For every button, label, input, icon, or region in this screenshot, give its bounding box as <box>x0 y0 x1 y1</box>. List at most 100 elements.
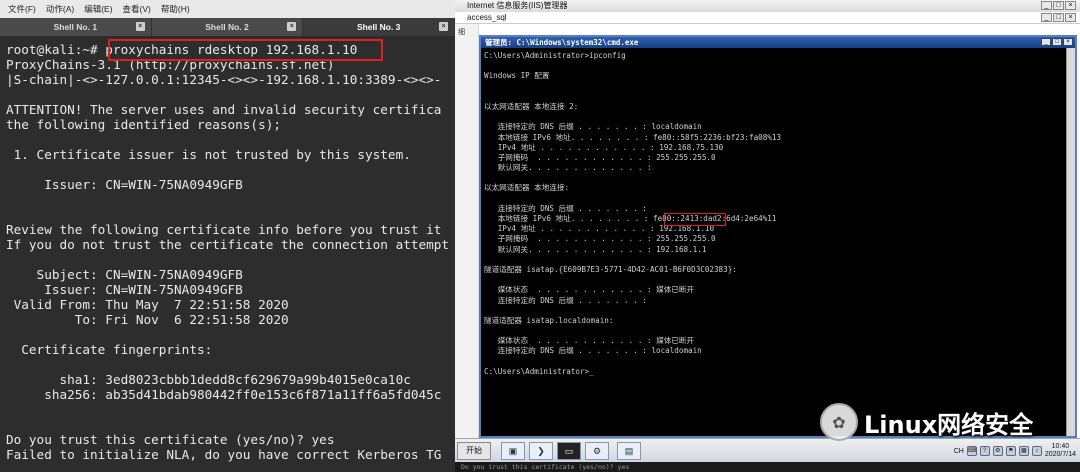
terminal-line: Do you trust this certificate (yes/no)? … <box>6 432 335 447</box>
cmd-line: 连接特定的 DNS 后缀 . . . . . . . : localdomain <box>484 122 702 132</box>
volume-icon[interactable]: ♪ <box>1031 446 1042 456</box>
close-icon[interactable]: × <box>287 22 297 31</box>
wechat-logo-icon: ✿ <box>820 403 858 441</box>
terminal-line: If you do not trust the certificate the … <box>6 237 450 252</box>
cmd-line: 默认网关. . . . . . . . . . . . . : <box>484 163 652 173</box>
server-manager-icon[interactable]: ▣ <box>501 442 525 460</box>
wechat-watermark: ✿ Linux网络安全 <box>820 400 1033 444</box>
cmd-line: 子网掩码 . . . . . . . . . . . . : 255.255.2… <box>484 152 716 162</box>
tab-label: Shell No. 2 <box>205 22 249 32</box>
cmd-line: IPv4 地址 . . . . . . . . . . . . : 192.16… <box>484 142 724 152</box>
cmd-line <box>484 194 1075 204</box>
kali-terminal-window: 文件(F) 动作(A) 编辑(E) 查看(V) 帮助(H) Shell No. … <box>0 0 455 472</box>
cmd-line: 隧道适配器 isatap.localdomain: <box>484 315 614 325</box>
cmd-taskbar-icon[interactable]: ▭ <box>557 442 581 460</box>
terminal-line: Certificate fingerprints: <box>6 342 213 357</box>
cmd-line <box>484 112 1075 122</box>
start-button[interactable]: 开始 <box>457 442 491 460</box>
cmd-line <box>484 82 1075 92</box>
minimize-button[interactable]: _ <box>1041 1 1052 10</box>
system-tray: CH ⌨ ? ⚙ ⚑ ▦ ♪ 10:40 2020/7/14 <box>954 442 1076 460</box>
menu-action[interactable]: 动作(A) <box>46 3 74 15</box>
menu-view[interactable]: 查看(V) <box>123 3 151 15</box>
terminal-line: 1. Certificate issuer is not trusted by … <box>6 147 411 162</box>
access-sql-title: access_sql _ □ × <box>455 12 1080 24</box>
maximize-button[interactable]: □ <box>1053 13 1064 22</box>
cmd-line: 连接特定的 DNS 后缀 . . . . . . . : localdomain <box>484 346 702 356</box>
cmd-line: Windows IP 配置 <box>484 71 550 81</box>
settings-icon[interactable]: ⚙ <box>992 446 1003 456</box>
cmd-line: 媒体状态 . . . . . . . . . . . . : 媒体已断开 <box>484 336 695 346</box>
terminal-line: To: Fri Nov 6 22:51:58 2020 <box>6 312 289 327</box>
cmd-line <box>484 92 1075 102</box>
help-icon[interactable]: ? <box>979 446 990 456</box>
tab-label: Shell No. 1 <box>53 22 98 32</box>
terminal-line: Review the following certificate info be… <box>6 222 442 237</box>
cmd-line: 以太网适配器 本地连接 2: <box>484 101 579 111</box>
cmd-line <box>484 306 1075 316</box>
start-label: 开始 <box>466 446 482 455</box>
tab-shell-1[interactable]: Shell No. 1 × <box>0 18 152 36</box>
menu-file[interactable]: 文件(F) <box>8 3 36 15</box>
network-icon[interactable]: ▦ <box>1018 446 1029 456</box>
close-button[interactable]: × <box>1063 38 1073 46</box>
maximize-button[interactable]: □ <box>1052 38 1062 46</box>
iis-side-panel: 细 <box>455 24 479 438</box>
terminal-menubar: 文件(F) 动作(A) 编辑(E) 查看(V) 帮助(H) <box>0 0 455 18</box>
cmd-line: IPv4 地址 . . . . . . . . . . . . : 192.16… <box>484 224 715 234</box>
close-button[interactable]: × <box>1065 13 1076 22</box>
terminal-echo-strip: Do you trust this certificate (yes/no)? … <box>455 462 1080 472</box>
clock[interactable]: 10:40 2020/7/14 <box>1045 443 1076 459</box>
access-sql-text: access_sql <box>467 13 507 22</box>
terminal-line: sha256: ab35d41bdab980442ff0e153c6f871a1… <box>6 387 442 402</box>
cmd-line: 连接特定的 DNS 后缀 . . . . . . . : <box>484 203 647 213</box>
cmd-output[interactable]: C:\Users\Administrator>ipconfig Windows I… <box>481 48 1075 377</box>
close-icon[interactable]: × <box>135 22 145 31</box>
powershell-icon[interactable]: ❯ <box>529 442 553 460</box>
minimize-button[interactable]: _ <box>1041 38 1051 46</box>
cmd-titlebar[interactable]: 管理员: C:\Windows\system32\cmd.exe _ □ × <box>481 37 1075 48</box>
cmd-line: 本地链接 IPv6 地址. . . . . . . . : fe80::58f5… <box>484 132 782 142</box>
tab-shell-3[interactable]: Shell No. 3 × <box>303 18 455 36</box>
keyboard-icon[interactable]: ⌨ <box>966 446 977 456</box>
close-icon[interactable]: × <box>439 22 449 31</box>
clock-date: 2020/7/14 <box>1044 451 1076 458</box>
cmd-line: 本地链接 IPv6 地址. . . . . . . . : fe80::2413… <box>484 214 777 223</box>
terminal-line: |S-chain|-<>-127.0.0.1:12345-<><>-192.16… <box>6 72 442 87</box>
minimize-button[interactable]: _ <box>1041 13 1052 22</box>
cmd-line <box>484 61 1075 71</box>
cmd-line <box>484 275 1075 285</box>
iis-title-text: Internet 信息服务(IIS)管理器 <box>467 1 568 10</box>
tab-shell-2[interactable]: Shell No. 2 × <box>152 18 304 36</box>
iis-window-title: Internet 信息服务(IIS)管理器 _ □ × <box>455 0 1080 12</box>
clock-time: 10:40 <box>1051 443 1070 450</box>
cmd-line <box>484 326 1075 336</box>
cmd-line: C:\Users\Administrator>_ <box>484 366 594 376</box>
maximize-button[interactable]: □ <box>1053 1 1064 10</box>
flag-icon[interactable]: ⚑ <box>1005 446 1016 456</box>
folder-icon[interactable]: ▤ <box>617 442 641 460</box>
terminal-output[interactable]: root@kali:~# proxychains rdesktop 192.16… <box>0 36 455 472</box>
language-indicator[interactable]: CH <box>954 448 964 455</box>
cmd-window: 管理员: C:\Windows\system32\cmd.exe _ □ × C… <box>479 35 1077 438</box>
command-highlight-box <box>108 39 383 61</box>
close-button[interactable]: × <box>1065 1 1076 10</box>
terminal-line: Issuer: CN=WIN-75NA0949GFB <box>6 282 243 297</box>
menu-help[interactable]: 帮助(H) <box>161 3 190 15</box>
cmd-line <box>484 357 1075 367</box>
iis-manager-icon[interactable]: ⚙ <box>585 442 609 460</box>
cmd-line: 隧道适配器 isatap.{E609B7E3-5771-4D42-AC01-B6… <box>484 264 737 274</box>
cmd-scrollbar[interactable] <box>1066 48 1075 436</box>
menu-edit[interactable]: 编辑(E) <box>84 3 112 15</box>
cmd-line: 连接特定的 DNS 后缀 . . . . . . . : <box>484 295 647 305</box>
cmd-line: 默认网关. . . . . . . . . . . . . : 192.168.… <box>484 244 707 254</box>
ip-highlight-box <box>664 213 726 226</box>
